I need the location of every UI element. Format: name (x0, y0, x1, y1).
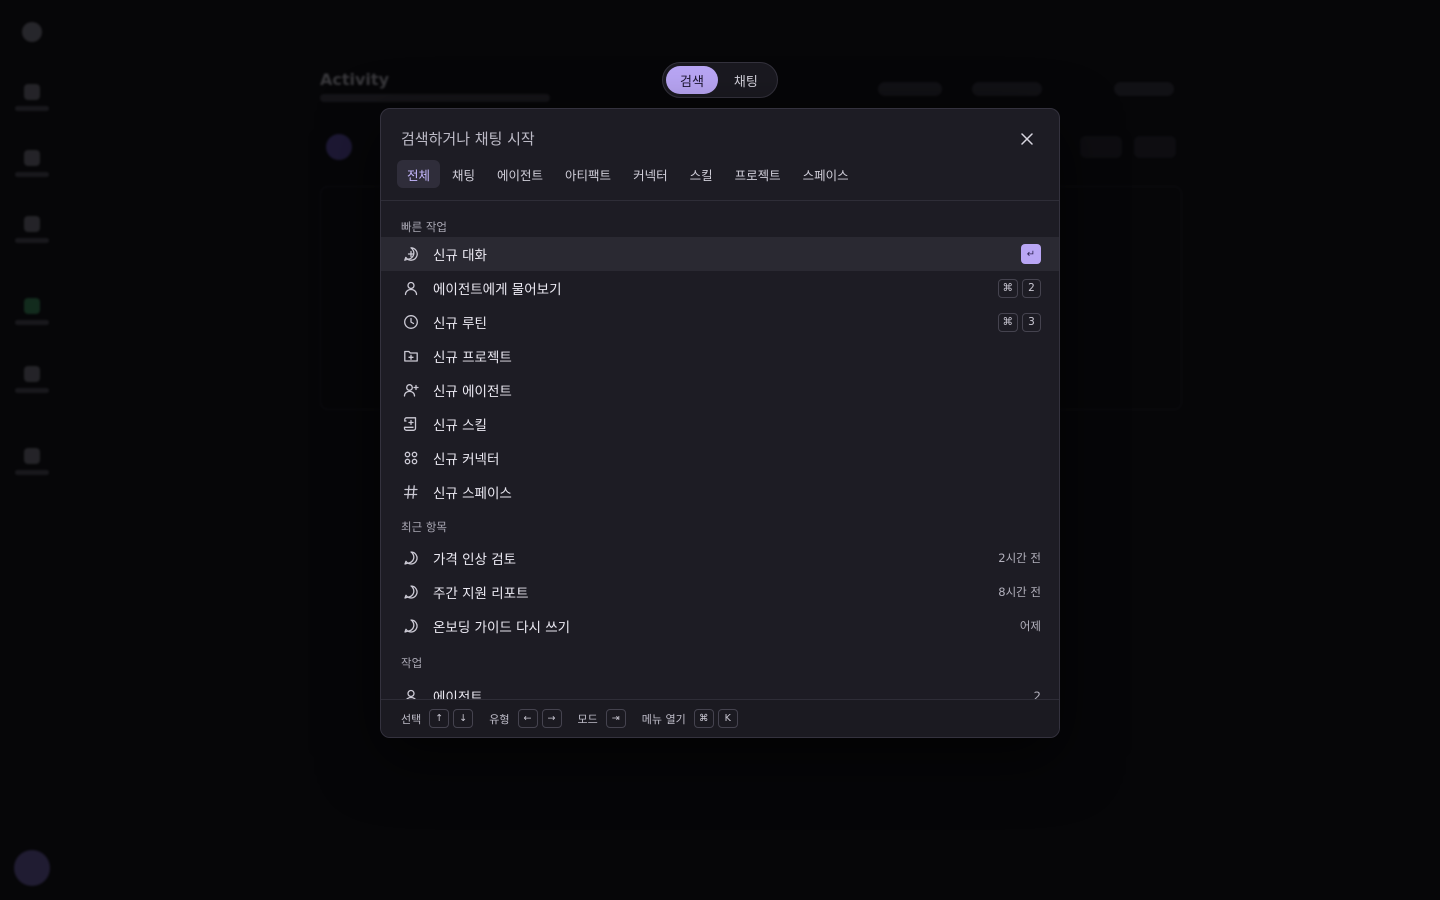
action-label: 신규 커넥터 (433, 452, 500, 468)
action-new-routine[interactable]: 신규 루틴 ⌘ 3 (381, 305, 1059, 339)
recent-time: 2시간 전 (998, 551, 1041, 565)
action-label: 에이전트에게 물어보기 (433, 282, 562, 298)
user-plus-icon (401, 380, 421, 400)
action-label: 신규 대화 (433, 248, 487, 264)
action-ask-agent[interactable]: 에이전트에게 물어보기 ⌘ 2 (381, 271, 1059, 305)
section-work: 작업 (401, 656, 423, 670)
logo-icon (22, 22, 42, 42)
recent-item[interactable]: 온보딩 가이드 다시 쓰기 어제 (381, 609, 1059, 643)
hint-menu: 메뉴 열기 ⌘ K (642, 709, 738, 728)
tab-artifacts[interactable]: 아티팩트 (555, 160, 621, 188)
recent-time: 8시간 전 (998, 585, 1041, 599)
kbd-key: K (717, 709, 738, 728)
folder-plus-icon (401, 346, 421, 366)
action-new-space[interactable]: 신규 스페이스 (381, 475, 1059, 509)
action-label: 신규 루틴 (433, 316, 487, 332)
action-new-skill[interactable]: 신규 스킬 (381, 407, 1059, 441)
new-chat-icon (401, 244, 421, 264)
grid-icon (401, 448, 421, 468)
bg-nav-item (0, 216, 64, 243)
hint-select: 선택 ↑ ↓ (401, 709, 474, 728)
bg-nav-item (0, 448, 64, 475)
close-button[interactable] (1017, 129, 1037, 149)
bg-nav-item (0, 298, 64, 325)
user-icon (401, 278, 421, 298)
kbd-key: 3 (1022, 312, 1041, 332)
section-quick-actions: 빠른 작업 (401, 220, 447, 234)
palette-results: 빠른 작업 신규 대화 ↵ 에이전트에게 물어보기 ⌘ 2 신규 루틴 ⌘ 3 … (381, 201, 1059, 701)
recent-label: 가격 인상 검토 (433, 552, 517, 568)
tab-agents[interactable]: 에이전트 (487, 160, 553, 188)
enter-key-badge: ↵ (1021, 244, 1041, 264)
bg-nav-item (0, 150, 64, 177)
kbd-key: ⌘ (693, 709, 714, 728)
bg-sidebar (0, 0, 64, 900)
tab-chat[interactable]: 채팅 (442, 160, 485, 188)
clock-icon (401, 312, 421, 332)
bg-subtitle (320, 94, 550, 102)
work-item-agents[interactable]: 에이전트 2 (381, 679, 1059, 701)
palette-header: 전체 채팅 에이전트 아티팩트 커넥터 스킬 프로젝트 스페이스 (381, 109, 1059, 201)
section-recent: 최근 항목 (401, 520, 447, 534)
avatar (14, 850, 50, 886)
search-input[interactable] (401, 127, 1001, 151)
kbd-key: ⌘ (997, 312, 1018, 332)
palette-footer: 선택 ↑ ↓ 유형 ← → 모드 ⇥ 메뉴 열기 ⌘ K (381, 699, 1059, 737)
mode-toggle: 검색 채팅 (662, 62, 778, 98)
action-new-project[interactable]: 신규 프로젝트 (381, 339, 1059, 373)
tab-all[interactable]: 전체 (397, 160, 441, 188)
hint-mode: 모드 ⇥ (578, 709, 626, 728)
tab-projects[interactable]: 프로젝트 (725, 160, 791, 188)
hash-icon (401, 482, 421, 502)
action-new-chat[interactable]: 신규 대화 ↵ (381, 237, 1059, 271)
action-new-agent[interactable]: 신규 에이전트 (381, 373, 1059, 407)
hint-type: 유형 ← → (489, 709, 562, 728)
kbd-key: ↓ (453, 709, 474, 728)
close-icon (1021, 130, 1033, 149)
recent-item[interactable]: 가격 인상 검토 2시간 전 (381, 541, 1059, 575)
tab-connectors[interactable]: 커넥터 (623, 160, 678, 188)
kbd-key: ⌘ (997, 278, 1018, 298)
chat-bubble-icon (401, 582, 421, 602)
recent-label: 온보딩 가이드 다시 쓰기 (433, 620, 571, 636)
kbd-key: ⇥ (605, 709, 626, 728)
filter-tabs: 전체 채팅 에이전트 아티팩트 커넥터 스킬 프로젝트 스페이스 (397, 160, 859, 188)
action-label: 신규 프로젝트 (433, 350, 512, 366)
scroll-icon (401, 414, 421, 434)
tab-skills[interactable]: 스킬 (680, 160, 723, 188)
kbd-key: → (541, 709, 562, 728)
bg-nav-item (0, 84, 64, 111)
action-label: 신규 에이전트 (433, 384, 512, 400)
shortcut: ⌘ 2 (997, 278, 1041, 298)
kbd-key: 2 (1022, 278, 1041, 298)
mode-chat-button[interactable]: 채팅 (720, 66, 772, 94)
kbd-key: ↑ (429, 709, 450, 728)
chat-bubble-icon (401, 548, 421, 568)
tab-spaces[interactable]: 스페이스 (793, 160, 859, 188)
command-palette: 전체 채팅 에이전트 아티팩트 커넥터 스킬 프로젝트 스페이스 빠른 작업 신… (380, 108, 1060, 738)
kbd-key: ← (517, 709, 538, 728)
bg-nav-item (0, 366, 64, 393)
recent-item[interactable]: 주간 지원 리포트 8시간 전 (381, 575, 1059, 609)
recent-time: 어제 (1019, 619, 1041, 633)
action-new-connector[interactable]: 신규 커넥터 (381, 441, 1059, 475)
shortcut: ⌘ 3 (997, 312, 1041, 332)
chat-bubble-icon (401, 616, 421, 636)
action-label: 신규 스킬 (433, 418, 487, 434)
action-label: 신규 스페이스 (433, 486, 512, 502)
recent-label: 주간 지원 리포트 (433, 586, 529, 602)
bg-page-title: Activity (320, 70, 389, 89)
mode-search-button[interactable]: 검색 (666, 66, 718, 94)
